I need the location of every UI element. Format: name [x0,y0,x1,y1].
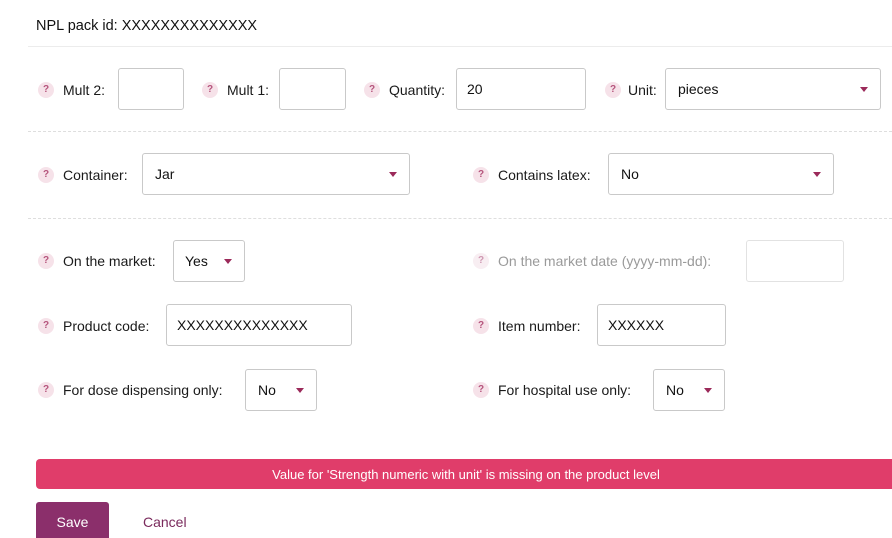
row-divider [28,218,892,219]
error-banner: Value for 'Strength numeric with unit' i… [36,459,892,489]
row-divider [28,131,892,132]
on-market-label: On the market: [63,253,156,269]
help-icon[interactable]: ? [38,318,54,334]
dose-dispensing-select[interactable]: No [245,369,317,411]
on-market-select[interactable]: Yes [173,240,245,282]
help-icon[interactable]: ? [38,382,54,398]
chevron-down-icon [813,172,821,177]
mult1-input[interactable] [279,68,346,110]
container-label: Container: [63,167,128,183]
help-icon[interactable]: ? [364,82,380,98]
chevron-down-icon [704,388,712,393]
quantity-label: Quantity: [389,82,446,98]
chevron-down-icon [296,388,304,393]
unit-select-value: pieces [678,81,719,97]
on-market-select-value: Yes [185,253,208,269]
pack-edit-form: NPL pack id: XXXXXXXXXXXXXX ? Mult 2: ? … [0,0,892,538]
dose-dispensing-select-value: No [258,382,276,398]
chevron-down-icon [860,87,868,92]
quantity-input[interactable]: 20 [456,68,586,110]
chevron-down-icon [224,259,232,264]
market-date-input[interactable] [746,240,844,282]
product-code-input[interactable]: XXXXXXXXXXXXXX [166,304,352,346]
mult2-label: Mult 2: [63,82,106,98]
mult2-input[interactable] [118,68,184,110]
container-select-value: Jar [155,166,175,182]
unit-select[interactable]: pieces [665,68,881,110]
help-icon[interactable]: ? [473,167,489,183]
hospital-use-label: For hospital use only: [498,382,632,398]
error-message: Value for 'Strength numeric with unit' i… [272,466,660,482]
product-code-label: Product code: [63,318,150,334]
mult1-label: Mult 1: [227,82,270,98]
save-button[interactable]: Save [36,502,109,538]
contains-latex-select-value: No [621,166,639,182]
help-icon[interactable]: ? [473,318,489,334]
help-icon[interactable]: ? [38,167,54,183]
cancel-link[interactable]: Cancel [143,514,187,530]
help-icon[interactable]: ? [38,253,54,269]
hospital-use-select[interactable]: No [653,369,725,411]
market-date-label: On the market date (yyyy-mm-dd): [498,253,712,269]
container-select[interactable]: Jar [142,153,410,195]
item-number-label: Item number: [498,318,581,334]
help-icon[interactable]: ? [473,253,489,269]
help-icon[interactable]: ? [473,382,489,398]
help-icon[interactable]: ? [605,82,621,98]
header-divider [28,46,892,47]
hospital-use-select-value: No [666,382,684,398]
help-icon[interactable]: ? [202,82,218,98]
item-number-input[interactable]: XXXXXX [597,304,726,346]
chevron-down-icon [389,172,397,177]
help-icon[interactable]: ? [38,82,54,98]
unit-label: Unit: [628,82,657,98]
contains-latex-select[interactable]: No [608,153,834,195]
contains-latex-label: Contains latex: [498,167,591,183]
npl-pack-id: NPL pack id: XXXXXXXXXXXXXX [36,18,258,34]
dose-dispensing-label: For dose dispensing only: [63,382,223,398]
